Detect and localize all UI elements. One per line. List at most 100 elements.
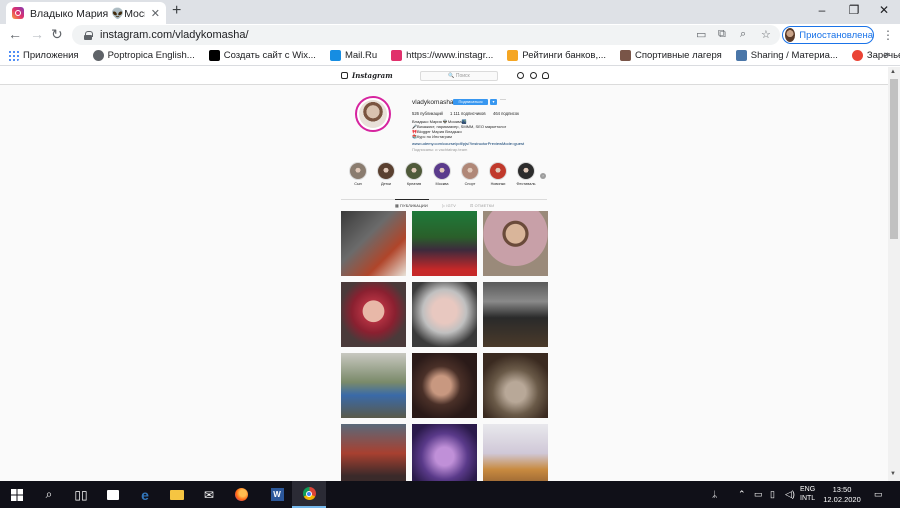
chevron-right-icon[interactable]: ›: [540, 173, 546, 179]
bookmark-item[interactable]: Рейтинги банков,...: [507, 50, 606, 61]
cast-icon[interactable]: ▭: [696, 28, 706, 41]
search-icon[interactable]: ⌕: [32, 481, 66, 508]
post-thumbnail[interactable]: [412, 424, 477, 481]
story-highlight[interactable]: Москва: [433, 162, 451, 186]
profile-icon[interactable]: [542, 72, 549, 79]
close-window-icon[interactable]: ✕: [874, 3, 894, 17]
active-tab-indicator: [395, 199, 429, 200]
volume-icon[interactable]: ◁): [785, 489, 795, 500]
post-thumbnail[interactable]: [412, 211, 477, 276]
highlight-label: Спорт: [464, 182, 476, 186]
highlight-cover: [489, 162, 507, 180]
task-view-icon[interactable]: ▯▯: [64, 481, 98, 508]
more-options-icon[interactable]: ···: [500, 97, 506, 103]
people-icon[interactable]: ᛦ: [712, 489, 717, 499]
bookmark-item[interactable]: Спортивные лагеря: [620, 50, 722, 61]
bookmark-item[interactable]: Sharing / Материа...: [735, 50, 838, 61]
scrollbar-thumb[interactable]: [890, 79, 898, 239]
back-icon[interactable]: ←: [8, 26, 22, 42]
story-highlight[interactable]: Фестиваль: [516, 162, 536, 186]
post-thumbnail[interactable]: [341, 424, 406, 481]
highlight-cover: [461, 162, 479, 180]
chevron-up-icon[interactable]: ⌃: [738, 489, 746, 500]
browser-menu-icon[interactable]: ⋮: [882, 28, 894, 42]
new-tab-icon[interactable]: +: [172, 3, 181, 19]
notifications-icon[interactable]: ▭: [874, 489, 883, 500]
bio-link[interactable]: www.udemy.com/course/pdf/pjs/?instructor…: [412, 141, 524, 146]
post-thumbnail[interactable]: [412, 282, 477, 347]
post-thumbnail[interactable]: [341, 211, 406, 276]
profile-avatar[interactable]: [355, 96, 391, 132]
vk-icon: [735, 50, 747, 61]
story-highlights: Сын Детки Креатив Москва Спорт Новинки Фестива…: [349, 162, 536, 186]
minimize-icon[interactable]: –: [812, 3, 832, 17]
post-thumbnail[interactable]: [483, 353, 548, 418]
scroll-down-icon[interactable]: ▼: [890, 471, 896, 477]
bookmark-item[interactable]: Mail.Ru: [329, 50, 377, 61]
story-highlight[interactable]: Спорт: [461, 162, 479, 186]
avatar: [785, 28, 796, 42]
post-thumbnail[interactable]: [483, 211, 548, 276]
bookmark-item[interactable]: Poptropica English...: [92, 50, 195, 61]
word-icon[interactable]: W: [260, 481, 294, 508]
posts-count: 526 публикаций: [412, 111, 443, 116]
instagram-header: Instagram 🔍 Поиск: [0, 67, 888, 85]
highlight-label: Сын: [354, 182, 362, 186]
scroll-up-icon[interactable]: ▲: [890, 69, 896, 75]
followers-count[interactable]: 1 111 подписчиков: [450, 111, 486, 116]
bookmark-item[interactable]: Создать сайт с Wix...: [208, 50, 316, 61]
clock[interactable]: 13:50 12.02.2020: [822, 485, 862, 505]
followed-by-text[interactable]: Подписаны: и vachtatrap.team: [412, 147, 467, 152]
url-text[interactable]: instagram.com/vladykomasha/: [100, 29, 249, 41]
mail-icon[interactable]: ✉: [192, 481, 226, 508]
suggestions-dropdown-button[interactable]: ▾: [490, 99, 497, 105]
browser-tab[interactable]: Владыко Мария 👽Москва🌃 ... ✕: [6, 2, 166, 24]
heart-icon[interactable]: [530, 72, 537, 79]
edge-icon[interactable]: e: [128, 481, 162, 508]
post-thumbnail[interactable]: [412, 353, 477, 418]
zoom-icon[interactable]: ⌕: [740, 28, 746, 41]
lock-icon[interactable]: [84, 30, 93, 40]
chrome-icon[interactable]: [292, 481, 326, 508]
open-external-icon[interactable]: ⧉: [718, 28, 726, 41]
profile-button[interactable]: Приостановлена: [782, 26, 874, 44]
bookmark-star-icon[interactable]: ☆: [761, 28, 771, 41]
explorer-icon[interactable]: [160, 481, 194, 508]
forward-icon[interactable]: →: [30, 26, 44, 42]
scrollbar[interactable]: ▲ ▼: [888, 67, 900, 481]
bookmark-item[interactable]: Заречье: [851, 50, 900, 61]
address-bar[interactable]: instagram.com/vladykomasha/: [72, 25, 780, 45]
follow-button[interactable]: Подписаться: [453, 99, 488, 105]
post-thumbnail[interactable]: [483, 282, 548, 347]
battery-icon[interactable]: ▯: [770, 489, 775, 500]
post-thumbnail[interactable]: [483, 424, 548, 481]
instagram-logo[interactable]: Instagram: [352, 71, 393, 80]
close-tab-icon[interactable]: ✕: [151, 7, 160, 20]
story-highlight[interactable]: Детки: [377, 162, 395, 186]
reload-icon[interactable]: ↻: [51, 26, 63, 42]
more-bookmarks-icon[interactable]: »: [884, 49, 890, 61]
story-highlight[interactable]: Новинки: [489, 162, 507, 186]
lang-line-1: ENG: [800, 486, 816, 493]
post-thumbnail[interactable]: [341, 282, 406, 347]
firefox-icon[interactable]: [224, 481, 258, 508]
story-highlight[interactable]: Креатив: [405, 162, 423, 186]
bookmark-item[interactable]: https://www.instagr...: [391, 50, 493, 61]
network-icon[interactable]: ▭: [754, 489, 763, 500]
store-icon[interactable]: [96, 481, 130, 508]
input-language[interactable]: ENG INTL: [800, 485, 815, 503]
following-count[interactable]: 464 подписок: [493, 111, 519, 116]
bookmark-item[interactable]: Приложения: [8, 50, 79, 61]
post-thumbnail[interactable]: [341, 353, 406, 418]
instagram-camera-icon[interactable]: [341, 72, 348, 79]
restore-icon[interactable]: ❐: [844, 3, 864, 17]
explore-icon[interactable]: [517, 72, 524, 79]
story-highlight[interactable]: Сын: [349, 162, 367, 186]
bookmark-label: https://www.instagr...: [406, 50, 494, 61]
start-icon[interactable]: [0, 481, 34, 508]
tab-tagged[interactable]: ⊡ ОТМЕТКИ: [470, 203, 494, 208]
bookmark-label: Создать сайт с Wix...: [223, 50, 316, 61]
tab-igtv[interactable]: ▷ IGTV: [442, 203, 456, 208]
search-input[interactable]: 🔍 Поиск: [420, 71, 498, 81]
tab-posts[interactable]: ▦ ПУБЛИКАЦИИ: [395, 203, 428, 208]
